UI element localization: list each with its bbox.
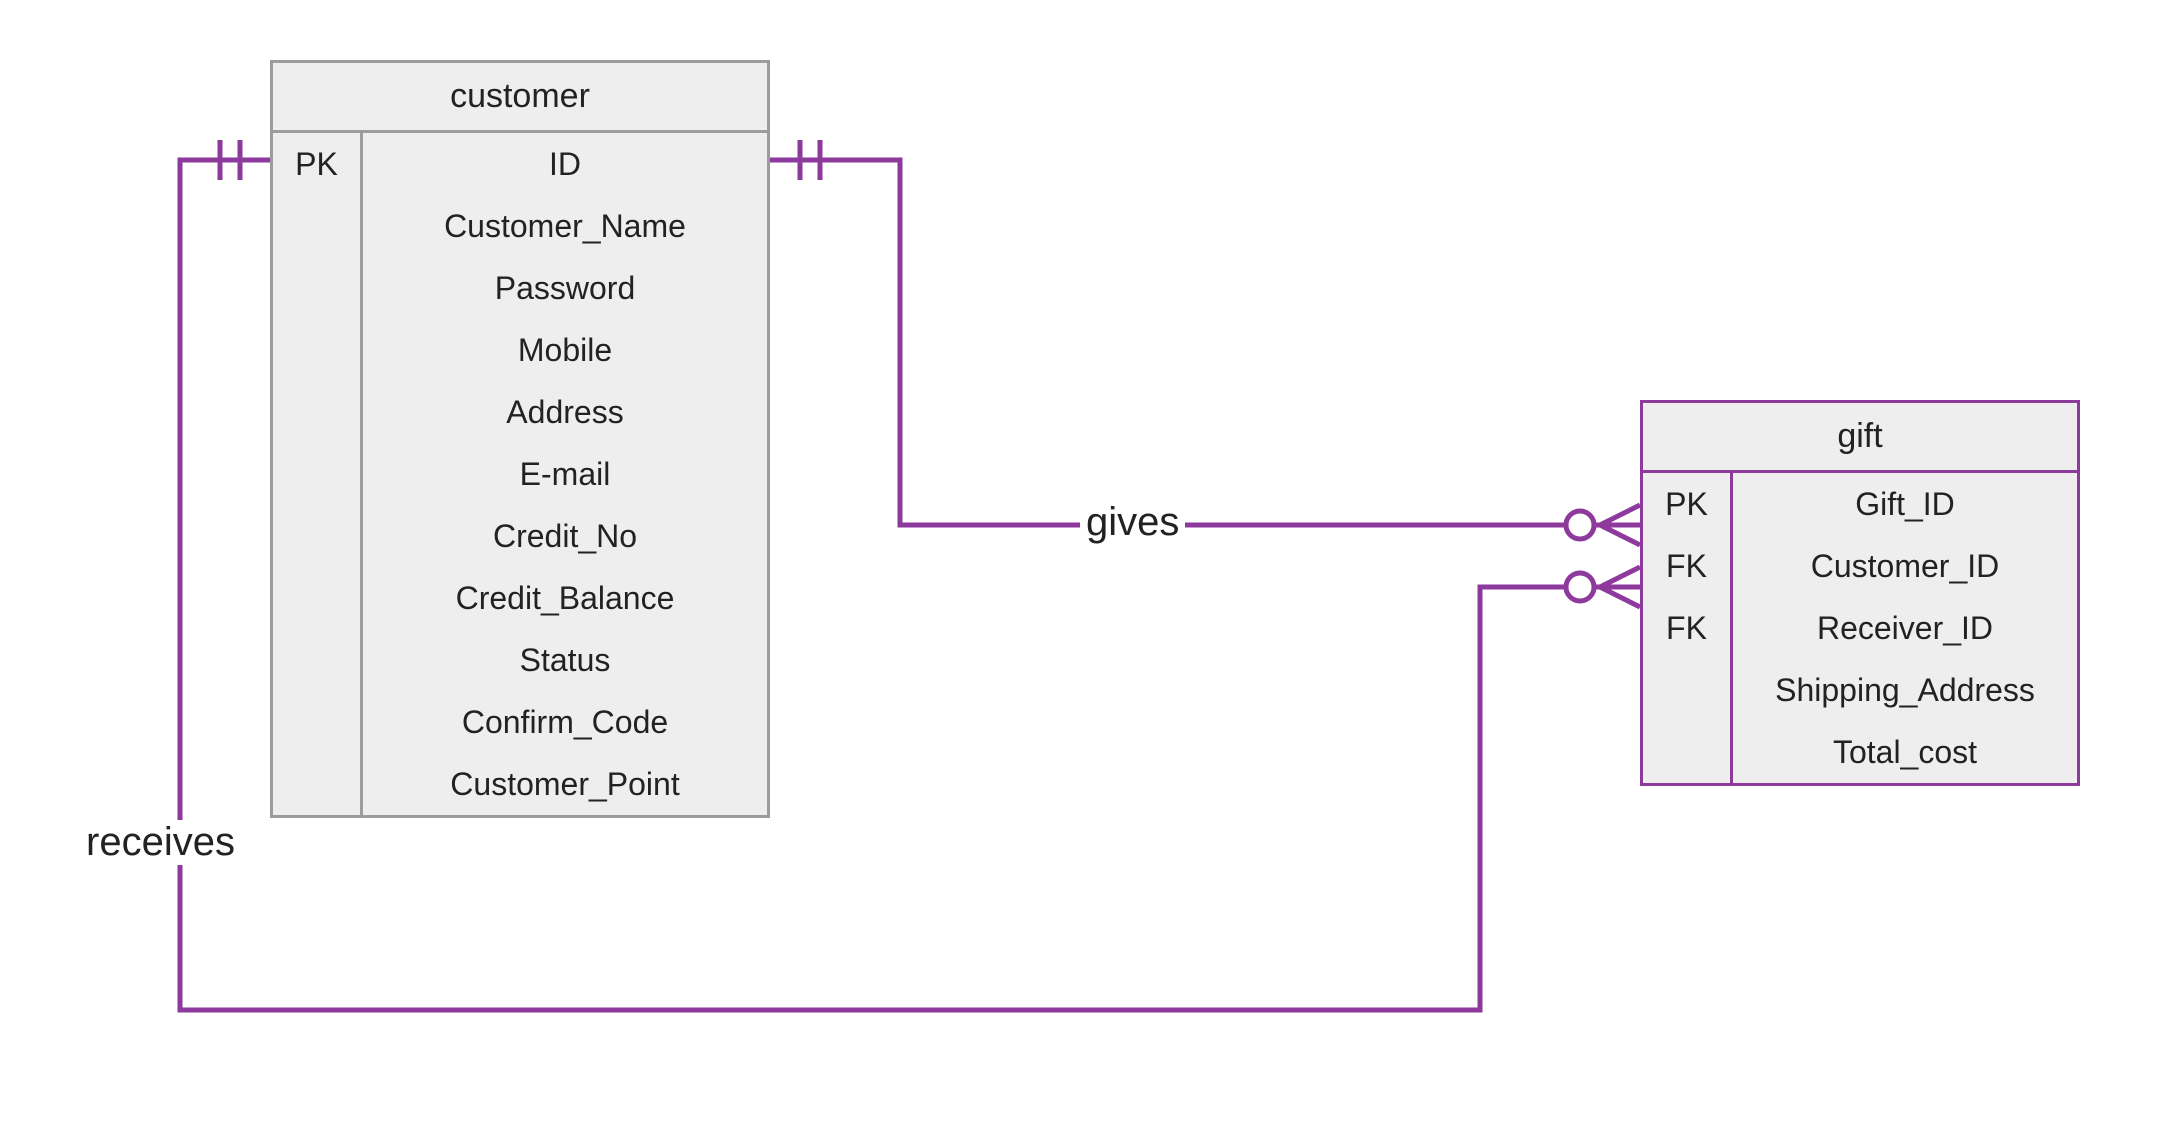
key-cell <box>273 381 360 443</box>
entity-customer-keycol: PK <box>273 133 363 815</box>
key-cell <box>273 443 360 505</box>
key-cell: FK <box>1643 597 1730 659</box>
entity-gift-title: gift <box>1643 403 2077 473</box>
attr-cell: Customer_Name <box>363 195 767 257</box>
receives-crow-3 <box>1600 587 1640 607</box>
gives-crow-3 <box>1600 525 1640 545</box>
key-cell <box>273 505 360 567</box>
key-cell <box>1643 721 1730 783</box>
entity-gift-keycol: PK FK FK <box>1643 473 1733 783</box>
attr-cell: Credit_No <box>363 505 767 567</box>
receives-zero-circle <box>1566 573 1594 601</box>
entity-gift-attrcol: Gift_ID Customer_ID Receiver_ID Shipping… <box>1733 473 2077 783</box>
key-cell <box>273 629 360 691</box>
key-cell <box>273 753 360 815</box>
attr-cell: Customer_ID <box>1733 535 2077 597</box>
key-cell <box>273 319 360 381</box>
gives-zero-circle <box>1566 511 1594 539</box>
attr-cell: Shipping_Address <box>1733 659 2077 721</box>
attr-cell: E-mail <box>363 443 767 505</box>
attr-cell: Mobile <box>363 319 767 381</box>
attr-cell: Gift_ID <box>1733 473 2077 535</box>
receives-crow-1 <box>1600 567 1640 587</box>
attr-cell: Customer_Point <box>363 753 767 815</box>
rel-receives-label: receives <box>80 820 241 865</box>
attr-cell: ID <box>363 133 767 195</box>
entity-customer-body: PK ID Customer_Name Password Mobile Addr… <box>273 133 767 815</box>
attr-cell: Address <box>363 381 767 443</box>
key-cell <box>1643 659 1730 721</box>
attr-cell: Confirm_Code <box>363 691 767 753</box>
entity-customer-title: customer <box>273 63 767 133</box>
key-cell <box>273 257 360 319</box>
key-cell: PK <box>1643 473 1730 535</box>
entity-customer-attrcol: ID Customer_Name Password Mobile Address… <box>363 133 767 815</box>
attr-cell: Credit_Balance <box>363 567 767 629</box>
entity-gift-body: PK FK FK Gift_ID Customer_ID Receiver_ID… <box>1643 473 2077 783</box>
key-cell: PK <box>273 133 360 195</box>
rel-gives-line <box>770 160 1640 525</box>
key-cell: FK <box>1643 535 1730 597</box>
attr-cell: Total_cost <box>1733 721 2077 783</box>
entity-gift: gift PK FK FK Gift_ID Customer_ID Receiv… <box>1640 400 2080 786</box>
key-cell <box>273 567 360 629</box>
attr-cell: Password <box>363 257 767 319</box>
entity-customer: customer PK ID Customer_Name Password Mo… <box>270 60 770 818</box>
attr-cell: Status <box>363 629 767 691</box>
attr-cell: Receiver_ID <box>1733 597 2077 659</box>
rel-gives-label: gives <box>1080 500 1185 545</box>
key-cell <box>273 195 360 257</box>
erd-canvas: customer PK ID Customer_Name Password Mo… <box>0 0 2171 1139</box>
key-cell <box>273 691 360 753</box>
gives-crow-1 <box>1600 505 1640 525</box>
